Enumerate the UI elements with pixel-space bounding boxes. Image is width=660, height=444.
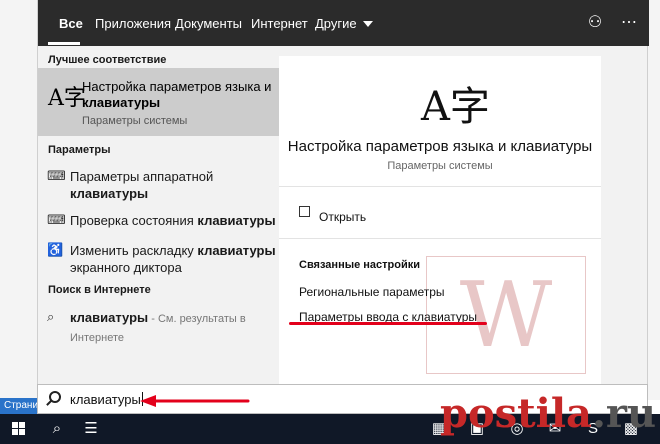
tab-web[interactable]: Интернет (251, 0, 308, 46)
divider (279, 186, 601, 187)
tab-active-indicator (48, 42, 80, 45)
search-tabs: Все Приложения Документы Интернет Другие… (38, 0, 649, 46)
language-icon: A字 (48, 86, 86, 111)
related-item-regional[interactable]: Региональные параметры (299, 285, 445, 299)
red-underline-annotation (289, 322, 487, 325)
brand-name: postila (440, 390, 592, 437)
settings-item-narrator-layout[interactable]: ♿ Изменить раскладку клавиатуры экранного… (38, 240, 307, 276)
settings-item-bold: клавиатуры (197, 213, 276, 228)
search-input-value: клавиатуры (70, 392, 141, 407)
web-search-bold: клавиатуры (70, 310, 149, 325)
tab-apps[interactable]: Приложения (95, 0, 171, 46)
best-match-item[interactable]: A字 Настройка параметров языка и клавиатур… (38, 68, 307, 136)
web-search-item[interactable]: ⌕ клавиатуры - См. результаты в Интернете (38, 308, 307, 344)
brand-tld: .ru (591, 390, 657, 437)
web-search-suffix-2: Интернете (70, 332, 124, 344)
keyboard-icon: ⌨ (47, 212, 66, 227)
chevron-down-icon (362, 21, 373, 27)
settings-item-bold: клавиатуры (197, 243, 276, 258)
settings-item-label: Параметры аппаратной клавиатуры (70, 168, 280, 202)
open-action[interactable]: Открыть (319, 210, 366, 224)
preview-pane: A字 Настройка параметров языка и клавиату… (279, 56, 601, 384)
settings-item-text: Проверка состояния (70, 213, 194, 228)
task-view-icon[interactable]: ☰ (80, 418, 102, 440)
results-list: Лучшее соответствие A字 Настройка парамет… (38, 46, 307, 384)
best-match-subtitle: Параметры системы (82, 115, 188, 127)
preview-title: Настройка параметров языка и клавиатуры (287, 138, 593, 155)
best-match-title-text: Настройка параметров языка и (82, 79, 272, 94)
accessibility-icon: ♿ (47, 242, 64, 257)
settings-item-text: Изменить раскладку (70, 243, 194, 258)
more-icon[interactable]: ⋯ (618, 12, 640, 34)
tab-more-label: Другие (315, 16, 357, 31)
settings-item-text: Параметры аппаратной (70, 169, 214, 184)
best-match-header: Лучшее соответствие (48, 54, 167, 66)
keyboard-icon: ⌨ (47, 168, 66, 183)
search-icon[interactable]: ⌕ (46, 418, 68, 440)
settings-header: Параметры (48, 144, 111, 156)
web-search-header: Поиск в Интернете (48, 284, 151, 296)
related-settings-header: Связанные настройки (299, 259, 421, 271)
windows-start-icon[interactable] (12, 422, 26, 436)
open-icon (299, 206, 310, 217)
language-icon: A字 (421, 84, 490, 130)
settings-item-label: Проверка состояния клавиатуры (70, 212, 280, 229)
tab-documents[interactable]: Документы (175, 0, 242, 46)
watermark-brand: postila.ru (440, 384, 660, 444)
web-search-label: клавиатуры - См. результаты в Интернете (70, 309, 280, 347)
settings-item-text-2: экранного диктора (70, 260, 182, 275)
tab-all[interactable]: Все (59, 0, 83, 46)
preview-subtitle: Параметры системы (387, 160, 493, 172)
settings-item-label: Изменить раскладку клавиатуры экранного д… (70, 242, 280, 276)
settings-item-bold: клавиатуры (70, 186, 149, 201)
search-icon: ⌕ (47, 309, 55, 324)
background-page-label: Страни (0, 398, 40, 414)
best-match-title: Настройка параметров языка и клавиатуры (82, 79, 297, 111)
red-arrow-annotation (140, 395, 250, 407)
settings-item-hardware-keyboard[interactable]: ⌨ Параметры аппаратной клавиатуры (38, 166, 307, 202)
tab-more[interactable]: Другие (315, 0, 373, 46)
feedback-icon[interactable]: ⚇ (584, 12, 606, 34)
best-match-title-bold: клавиатуры (82, 95, 161, 110)
search-input[interactable]: клавиатуры (70, 392, 143, 407)
settings-item-keyboard-status[interactable]: ⌨ Проверка состояния клавиатуры (38, 211, 307, 233)
divider (279, 238, 601, 239)
search-icon (49, 391, 61, 403)
web-search-suffix: - См. результаты в (148, 313, 246, 325)
